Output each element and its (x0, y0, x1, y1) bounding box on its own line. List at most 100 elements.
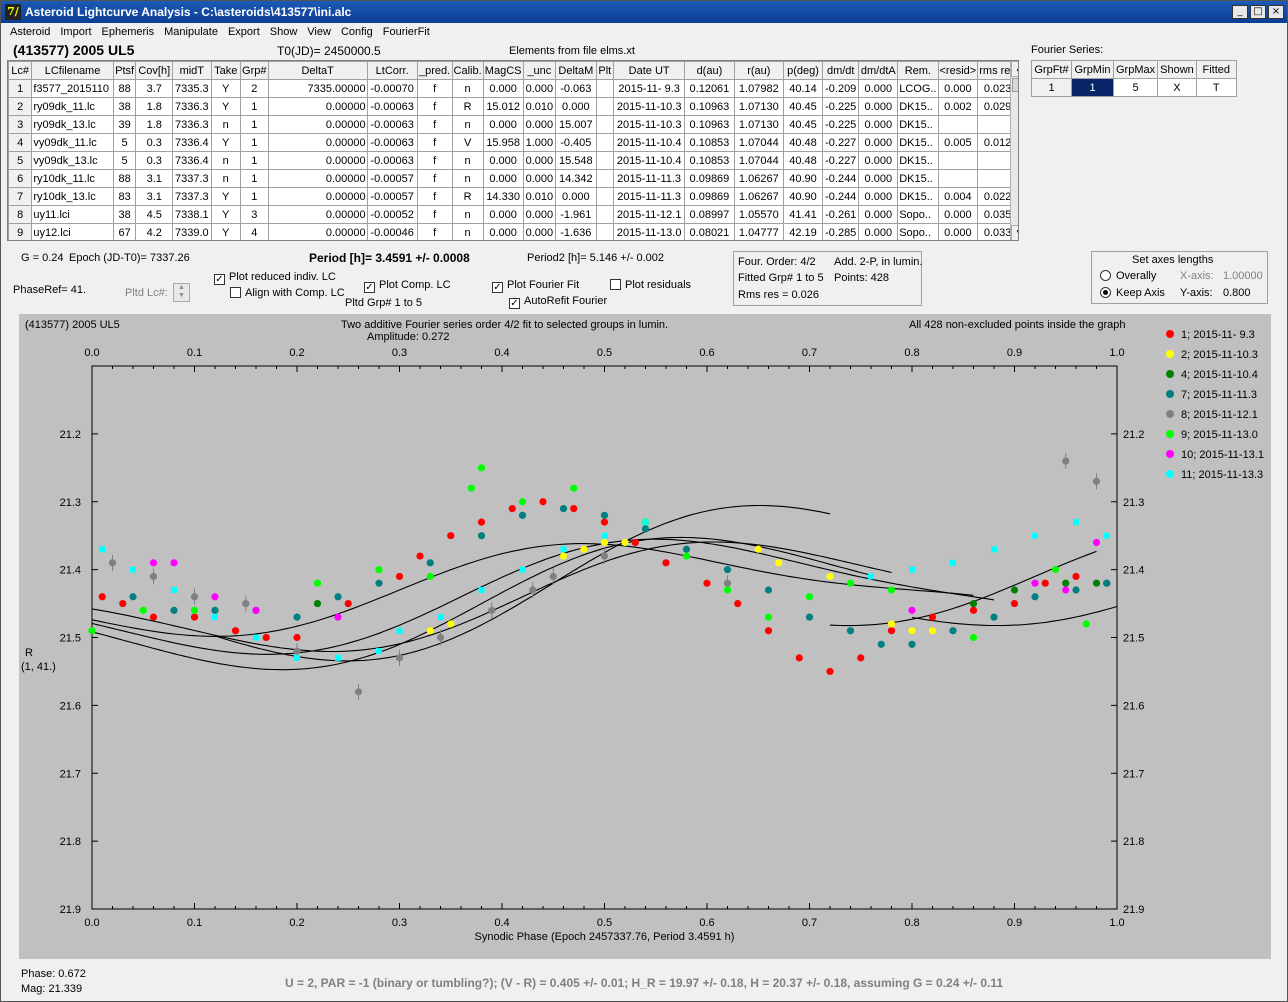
table-cell[interactable]: n (210, 151, 241, 170)
table-cell[interactable]: 0.08997 (684, 205, 735, 224)
table-cell[interactable]: 14.342 (555, 169, 597, 188)
column-header[interactable]: dm/dt (821, 61, 860, 80)
table-cell[interactable]: 6 (8, 169, 33, 188)
table-cell[interactable]: 0.000 (858, 205, 899, 224)
plot-residuals-checkbox[interactable]: Plot residuals (610, 279, 691, 291)
table-cell[interactable]: 0.000 (858, 169, 899, 188)
scroll-thumb[interactable] (1012, 78, 1018, 92)
column-header[interactable]: Date UT (613, 61, 686, 80)
table-cell[interactable]: -0.00063 (366, 115, 418, 134)
column-header[interactable]: p(deg) (783, 61, 823, 80)
table-cell[interactable]: 1 (239, 115, 269, 134)
column-header[interactable]: MagCS (482, 61, 524, 80)
column-header[interactable]: Cov[h] (135, 61, 174, 80)
table-cell[interactable]: 0.000 (858, 115, 899, 134)
table-cell[interactable]: 7338.1 (172, 205, 212, 224)
table-cell[interactable]: 0.09869 (684, 187, 735, 206)
table-cell[interactable]: 1.07044 (733, 151, 785, 170)
table-cell[interactable]: 7337.3 (172, 187, 212, 206)
fourier-cell[interactable]: 1 (1031, 78, 1072, 97)
table-cell[interactable]: Sopo.. (897, 223, 939, 240)
column-header[interactable]: dm/dtA (858, 61, 899, 80)
table-cell[interactable]: -0.261 (821, 205, 860, 224)
table-cell[interactable] (937, 151, 979, 170)
table-cell[interactable]: 0.000 (482, 79, 524, 98)
table-cell[interactable]: f (416, 151, 453, 170)
table-cell[interactable]: 2015-11-10.3 (613, 97, 686, 116)
table-cell[interactable]: n (451, 79, 484, 98)
table-cell[interactable]: DK15.. (897, 133, 939, 152)
table-cell[interactable]: f3577_2015110 (31, 79, 114, 98)
table-cell[interactable]: 1.04777 (733, 223, 785, 240)
menu-export[interactable]: Export (223, 23, 265, 41)
table-cell[interactable]: f (416, 223, 453, 240)
table-cell[interactable]: -0.00046 (366, 223, 418, 240)
table-cell[interactable]: 67 (112, 223, 137, 240)
table-cell[interactable]: -0.00052 (366, 205, 418, 224)
table-cell[interactable]: 42.19 (783, 223, 823, 240)
table-cell[interactable]: DK15.. (897, 187, 939, 206)
table-cell[interactable]: 1 (239, 133, 269, 152)
close-icon[interactable]: × (1268, 5, 1284, 19)
table-cell[interactable]: 0.000 (858, 187, 899, 206)
table-cell[interactable]: 0.000 (858, 223, 899, 240)
menu-view[interactable]: View (302, 23, 336, 41)
table-cell[interactable]: 0.000 (522, 115, 557, 134)
table-cell[interactable]: 0.3 (135, 151, 174, 170)
column-header[interactable]: Rem. (897, 61, 939, 80)
table-cell[interactable]: uy11.lci (31, 205, 114, 224)
column-header[interactable]: DeltaT (267, 61, 368, 80)
table-cell[interactable]: 0.010 (522, 97, 557, 116)
table-cell[interactable]: 0.000 (522, 205, 557, 224)
menu-import[interactable]: Import (55, 23, 96, 41)
table-cell[interactable]: -0.227 (821, 151, 860, 170)
fourier-cell[interactable]: 5 (1112, 78, 1159, 97)
table-cell[interactable]: 3 (239, 205, 269, 224)
table-cell[interactable]: -0.00070 (366, 79, 418, 98)
table-cell[interactable]: 5 (112, 133, 137, 152)
table-cell[interactable]: 0.000 (522, 151, 557, 170)
maximize-icon[interactable]: □ (1250, 5, 1266, 19)
table-cell[interactable] (595, 133, 615, 152)
table-cell[interactable]: DK15.. (897, 97, 939, 116)
table-cell[interactable]: 7336.4 (172, 133, 212, 152)
column-header[interactable]: Plt (595, 61, 615, 80)
table-cell[interactable]: -0.00063 (366, 133, 418, 152)
table-cell[interactable]: 0.00000 (267, 223, 368, 240)
plot-comp-checkbox[interactable]: ✓ Plot Comp. LC (364, 279, 451, 293)
table-cell[interactable]: 0.000 (482, 223, 524, 240)
fourier-cell[interactable]: T (1195, 78, 1237, 97)
table-row[interactable]: 1 f3577_2015110 88 3.7 7335.3 Y 2 7335.00000 -0.… (8, 79, 1018, 98)
table-cell[interactable]: 0.10963 (684, 115, 735, 134)
column-header[interactable]: r(au) (733, 61, 785, 80)
table-cell[interactable]: 2 (239, 79, 269, 98)
table-cell[interactable]: f (416, 187, 453, 206)
table-cell[interactable] (937, 115, 979, 134)
pltd-grp-range[interactable]: Pltd Grp# 1 to 5 (345, 297, 422, 309)
table-cell[interactable]: f (416, 205, 453, 224)
alc-app-icon[interactable]: 7/ (5, 4, 21, 20)
table-cell[interactable]: -1.636 (555, 223, 597, 240)
table-cell[interactable]: 0.000 (555, 97, 597, 116)
table-cell[interactable] (595, 223, 615, 240)
table-cell[interactable]: 0.010 (522, 187, 557, 206)
table-row[interactable]: 7 ry10dk_13.lc 83 3.1 7337.3 Y 1 0.00000 -0.0005… (8, 187, 1018, 206)
table-cell[interactable]: 1.8 (135, 115, 174, 134)
yaxis-value[interactable]: 0.800 (1223, 287, 1251, 299)
table-cell[interactable]: 0.000 (937, 223, 979, 240)
table-cell[interactable]: f (416, 133, 453, 152)
table-cell[interactable]: 0.00000 (267, 187, 368, 206)
column-header[interactable]: Take (210, 61, 241, 80)
column-header[interactable]: _pred. (416, 61, 453, 80)
table-cell[interactable]: -0.209 (821, 79, 860, 98)
table-cell[interactable]: ry10dk_13.lc (31, 187, 114, 206)
autorefit-checkbox[interactable]: ✓ AutoRefit Fourier (509, 295, 607, 309)
table-cell[interactable]: 15.548 (555, 151, 597, 170)
table-cell[interactable]: 41.41 (783, 205, 823, 224)
table-cell[interactable]: 0.00000 (267, 133, 368, 152)
table-cell[interactable]: 1.07130 (733, 115, 785, 134)
table-cell[interactable]: 0.000 (858, 151, 899, 170)
column-header[interactable]: midT (172, 61, 212, 80)
fourier-cell[interactable]: 1 (1071, 78, 1114, 97)
table-cell[interactable]: 0.004 (937, 187, 979, 206)
